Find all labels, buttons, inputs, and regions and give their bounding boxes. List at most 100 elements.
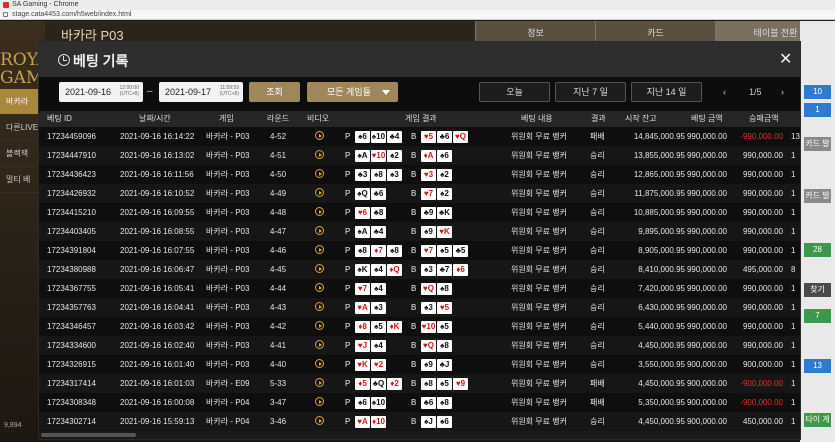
overflow-value: 8 bbox=[791, 265, 796, 274]
game-name: 바카라 - P03 bbox=[206, 265, 250, 274]
play-icon bbox=[315, 226, 324, 235]
table-row[interactable]: 17234357763 2021-09-16 16:04:41 바카라 - P03 4… bbox=[39, 298, 800, 317]
video-play-button[interactable] bbox=[315, 260, 324, 279]
overflow-value: 1 bbox=[791, 284, 796, 293]
banker-label: B bbox=[411, 208, 417, 217]
table-row[interactable]: 17234302714 2021-09-16 15:59:13 바카라 - P04 3… bbox=[39, 412, 800, 431]
last-7-days-button[interactable]: 지난 7 일 bbox=[555, 82, 626, 102]
video-play-button[interactable] bbox=[315, 336, 324, 355]
bet-content: 위원회 무료 뱅커 bbox=[511, 132, 567, 141]
video-play-button[interactable] bbox=[315, 241, 324, 260]
bet-id: 17234447910 bbox=[47, 151, 96, 160]
round-number: 4-41 bbox=[270, 341, 287, 350]
scrollbar-thumb[interactable] bbox=[41, 433, 136, 437]
last-14-days-button[interactable]: 지난 14 일 bbox=[631, 82, 702, 102]
game-name: 바카라 - P03 bbox=[206, 322, 250, 331]
overflow-value: 1 bbox=[791, 208, 796, 217]
modal-title: 베팅 기록 bbox=[73, 53, 129, 69]
table-row[interactable]: 17234334600 2021-09-16 16:02:40 바카라 - P03 4… bbox=[39, 336, 800, 355]
banker-label: B bbox=[411, 360, 417, 369]
table-row[interactable]: 17234308348 2021-09-16 16:00:08 바카라 - P04 3… bbox=[39, 393, 800, 412]
card-rank: 3 bbox=[394, 169, 399, 179]
win-loss-amount: 990,000.00 bbox=[742, 189, 783, 198]
video-play-button[interactable] bbox=[315, 165, 324, 184]
table-row[interactable]: 17234326915 2021-09-16 16:01:40 바카라 - P03 4… bbox=[39, 355, 800, 374]
table-row[interactable]: 17234403405 2021-09-16 16:08:55 바카라 - P03 4… bbox=[39, 222, 800, 241]
video-play-button[interactable] bbox=[315, 279, 324, 298]
search-button[interactable]: 조회 bbox=[249, 82, 300, 102]
video-play-button[interactable] bbox=[315, 146, 324, 165]
card-rank: 3 bbox=[428, 264, 433, 274]
next-page-icon[interactable]: › bbox=[781, 82, 784, 102]
card-rank: 10 bbox=[376, 397, 386, 407]
browser-title: SA Gaming - Chrome bbox=[12, 1, 79, 8]
card-rank: 5 bbox=[444, 378, 449, 388]
empty-card-slot bbox=[453, 359, 468, 371]
url-text[interactable]: stage.cata4453.com/h5web/index.html bbox=[12, 11, 131, 18]
table-row[interactable]: 17234447910 2021-09-16 16:13:02 바카라 - P03 4… bbox=[39, 146, 800, 165]
lock-icon bbox=[3, 12, 8, 17]
table-row[interactable]: 17234415210 2021-09-16 16:09:55 바카라 - P03 4… bbox=[39, 203, 800, 222]
empty-card-slot bbox=[453, 169, 468, 181]
game-filter-select[interactable]: 모든 게임들 bbox=[307, 82, 398, 102]
table-row[interactable]: 17234391804 2021-09-16 16:07:55 바카라 - P03 4… bbox=[39, 241, 800, 260]
prev-page-icon[interactable]: ‹ bbox=[723, 82, 726, 102]
close-icon[interactable]: ✕ bbox=[779, 49, 792, 69]
video-play-button[interactable] bbox=[315, 393, 324, 412]
date-from-input[interactable]: 2021-09-16 12:00:00 (UTC+8) bbox=[59, 82, 143, 102]
video-play-button[interactable] bbox=[315, 203, 324, 222]
playing-card: ♠ 8 bbox=[437, 396, 452, 409]
playing-card: ♠ A bbox=[355, 225, 370, 238]
playing-card: ♠ 8 bbox=[355, 244, 370, 257]
playing-card: ♠ 9 bbox=[421, 358, 436, 371]
player-cards: ♠ A ♣ 4 bbox=[355, 225, 403, 238]
address-bar[interactable]: stage.cata4453.com/h5web/index.html bbox=[0, 10, 835, 20]
table-row[interactable]: 17234346457 2021-09-16 16:03:42 바카라 - P03 4… bbox=[39, 317, 800, 336]
banker-label: B bbox=[411, 322, 417, 331]
video-play-button[interactable] bbox=[315, 184, 324, 203]
banker-cards: ♥ 7 ♠ 5 ♣ 5 bbox=[421, 244, 469, 257]
bet-result: 승리 bbox=[590, 265, 605, 274]
bet-id: 17234346457 bbox=[47, 322, 96, 331]
card-rank: 7 bbox=[362, 283, 368, 293]
video-play-button[interactable] bbox=[315, 412, 324, 431]
horizontal-scrollbar[interactable] bbox=[39, 431, 800, 439]
win-loss-amount: 495,000.00 bbox=[742, 265, 783, 274]
bet-content: 위원회 무료 뱅커 bbox=[511, 208, 567, 217]
date-to-input[interactable]: 2021-09-17 11:59:59 (UTC+8) bbox=[159, 82, 243, 102]
card-rank: 8 bbox=[378, 169, 383, 179]
video-play-button[interactable] bbox=[315, 222, 324, 241]
video-play-button[interactable] bbox=[315, 374, 324, 393]
game-name: 바카라 - P03 bbox=[206, 246, 250, 255]
card-rank: 6 bbox=[460, 264, 465, 274]
table-row[interactable]: 17234426932 2021-09-16 16:10:52 바카라 - P03 4… bbox=[39, 184, 800, 203]
playing-card: ♥ 7 bbox=[421, 244, 436, 257]
video-play-button[interactable] bbox=[315, 355, 324, 374]
bet-id: 17234302714 bbox=[47, 417, 96, 426]
game-name: 바카라 - P03 bbox=[206, 303, 250, 312]
video-play-button[interactable] bbox=[315, 317, 324, 336]
today-button[interactable]: 오늘 bbox=[479, 82, 550, 102]
card-rank: Q bbox=[378, 378, 385, 388]
table-row[interactable]: 17234436423 2021-09-16 16:11:56 바카라 - P03 4… bbox=[39, 165, 800, 184]
side-panel-cell: 7 bbox=[804, 309, 831, 323]
bet-datetime: 2021-09-16 16:11:56 bbox=[120, 170, 194, 179]
video-play-button[interactable] bbox=[315, 298, 324, 317]
table-row[interactable]: 17234317414 2021-09-16 16:01:03 바카라 - E09 5… bbox=[39, 374, 800, 393]
table-row[interactable]: 17234459096 2021-09-16 16:14:22 바카라 - P03 4… bbox=[39, 127, 800, 146]
video-play-button[interactable] bbox=[315, 127, 324, 146]
table-row[interactable]: 17234367755 2021-09-16 16:05:41 바카라 - P03 4… bbox=[39, 279, 800, 298]
side-panel-cell: 찾기 bbox=[804, 283, 831, 297]
round-number: 4-40 bbox=[270, 360, 287, 369]
table-row[interactable]: 17234380988 2021-09-16 16:06:47 바카라 - P03 4… bbox=[39, 260, 800, 279]
playing-card: ♠ 10 bbox=[371, 130, 386, 143]
player-cards: ♣ 3 ♠ 8 ♠ 3 bbox=[355, 168, 403, 181]
round-number: 4-43 bbox=[270, 303, 287, 312]
bet-id: 17234357763 bbox=[47, 303, 96, 312]
empty-card-slot bbox=[453, 207, 468, 219]
card-rank: 8 bbox=[444, 283, 449, 293]
game-name: 바카라 - P03 bbox=[206, 227, 250, 236]
side-panel-cell: 13 bbox=[804, 359, 831, 373]
playing-card: ♥ 10 bbox=[371, 149, 386, 162]
banker-cards: ♥ Q ♠ 8 bbox=[421, 339, 469, 352]
